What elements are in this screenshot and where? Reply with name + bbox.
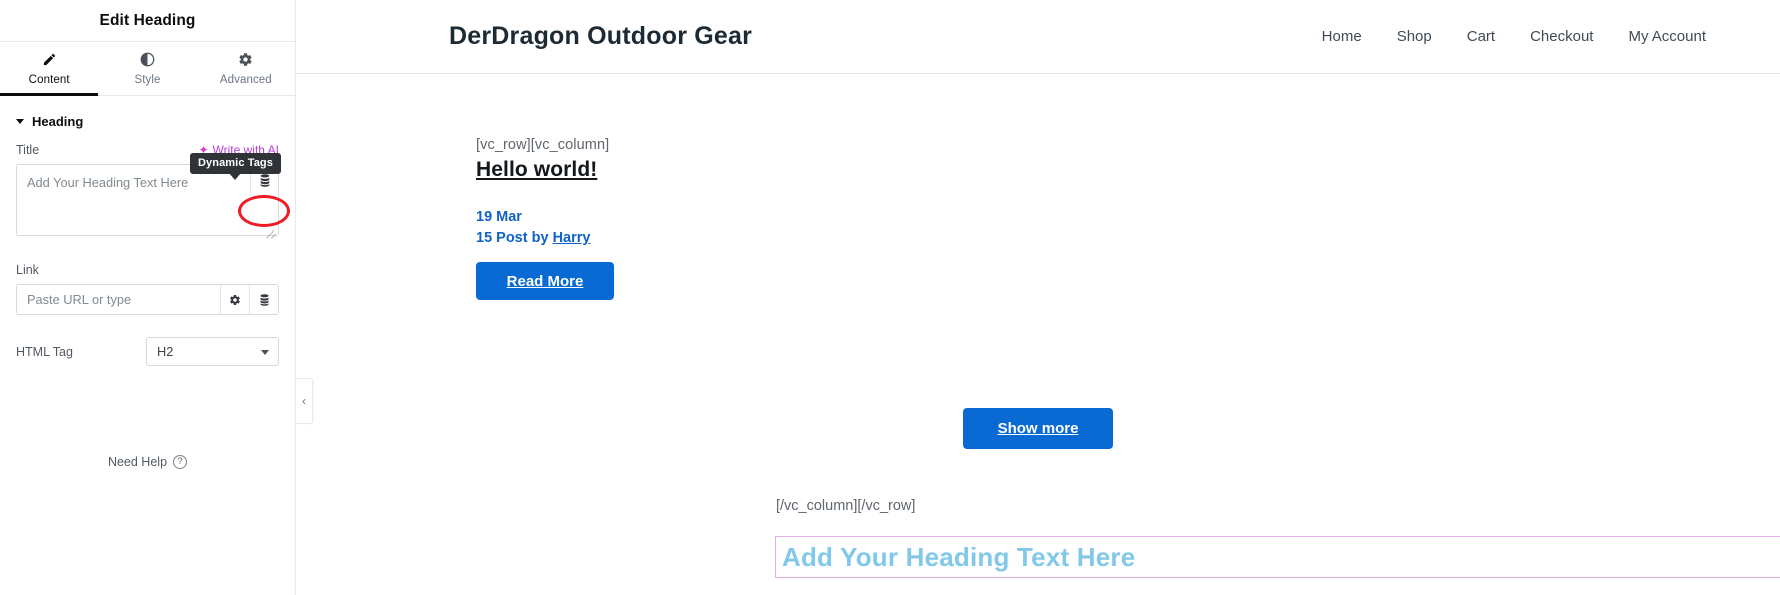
link-options-button[interactable]: [220, 285, 249, 314]
shortcode-open: [vc_row][vc_column]: [476, 137, 610, 153]
tab-style-label: Style: [134, 73, 161, 86]
pencil-icon: [42, 52, 57, 68]
section-heading-toggle[interactable]: Heading: [16, 96, 279, 143]
tab-advanced-label: Advanced: [219, 73, 272, 86]
panel-title: Edit Heading: [99, 11, 196, 29]
panel-header: Edit Heading: [0, 0, 295, 42]
nav-item-shop[interactable]: Shop: [1397, 28, 1432, 45]
link-label: Link: [16, 263, 39, 277]
caret-down-icon: [16, 119, 24, 124]
post-byline: 15 Post by Harry: [476, 228, 1780, 249]
elementor-editor-screen: Edit Heading Content Style Advanced Head…: [0, 0, 1780, 595]
tab-content-label: Content: [28, 73, 70, 86]
site-navigation: Home Shop Cart Checkout My Account: [1322, 28, 1744, 45]
tab-content[interactable]: Content: [0, 42, 99, 96]
nav-item-cart[interactable]: Cart: [1467, 28, 1495, 45]
html-tag-value: H2: [157, 344, 174, 359]
need-help-label: Need Help: [107, 455, 168, 469]
contrast-circle-icon: [140, 52, 155, 68]
site-header: DerDragon Outdoor Gear Home Shop Cart Ch…: [296, 0, 1780, 74]
post-date: 19 Mar: [476, 209, 522, 225]
question-mark-icon: ?: [173, 455, 188, 469]
read-more-button[interactable]: Read More: [476, 262, 614, 301]
link-dynamic-tags-button[interactable]: [249, 285, 278, 314]
tab-advanced[interactable]: Advanced: [197, 42, 295, 95]
heading-widget[interactable]: Add Your Heading Text Here: [775, 536, 1780, 578]
post-title-link[interactable]: Hello world!: [476, 158, 597, 182]
panel-body: Heading Title ✦ Write with AI Add Your H…: [0, 96, 295, 366]
section-title: Heading: [32, 114, 84, 129]
editor-panel: Edit Heading Content Style Advanced Head…: [0, 0, 296, 595]
post-byline-prefix: 15 Post by: [476, 229, 549, 246]
dynamic-tags-tooltip: Dynamic Tags: [190, 153, 281, 180]
html-tag-row: HTML Tag H2: [16, 337, 279, 366]
show-more-button[interactable]: Show more: [963, 408, 1113, 449]
show-more-wrap: Show more: [296, 408, 1780, 449]
html-tag-label: HTML Tag: [16, 344, 73, 359]
panel-tabs: Content Style Advanced: [0, 42, 295, 96]
link-input-group: [16, 284, 279, 315]
html-tag-select[interactable]: H2: [146, 337, 279, 366]
nav-item-my-account[interactable]: My Account: [1628, 28, 1706, 45]
post-author-link[interactable]: Harry: [553, 230, 591, 246]
gear-icon: [238, 52, 253, 68]
chevron-down-icon: [261, 349, 269, 355]
site-title: DerDragon Outdoor Gear: [449, 22, 753, 50]
shortcode-close: [/vc_column][/vc_row]: [776, 498, 916, 514]
panel-collapse-handle[interactable]: ‹: [296, 378, 313, 424]
post-meta: 19 Mar 15 Post by Harry: [476, 207, 1780, 248]
nav-item-checkout[interactable]: Checkout: [1530, 28, 1593, 45]
need-help-button[interactable]: Need Help ?: [0, 455, 295, 469]
canvas-content: [vc_row][vc_column] Hello world! 19 Mar …: [296, 137, 1780, 301]
title-label: Title: [16, 143, 40, 157]
heading-widget-text: Add Your Heading Text Here: [782, 541, 1136, 572]
preview-canvas: DerDragon Outdoor Gear Home Shop Cart Ch…: [296, 0, 1780, 595]
link-input[interactable]: [17, 285, 220, 314]
nav-item-home[interactable]: Home: [1322, 28, 1362, 45]
chevron-left-icon: ‹: [302, 394, 306, 408]
tab-style[interactable]: Style: [98, 42, 196, 95]
